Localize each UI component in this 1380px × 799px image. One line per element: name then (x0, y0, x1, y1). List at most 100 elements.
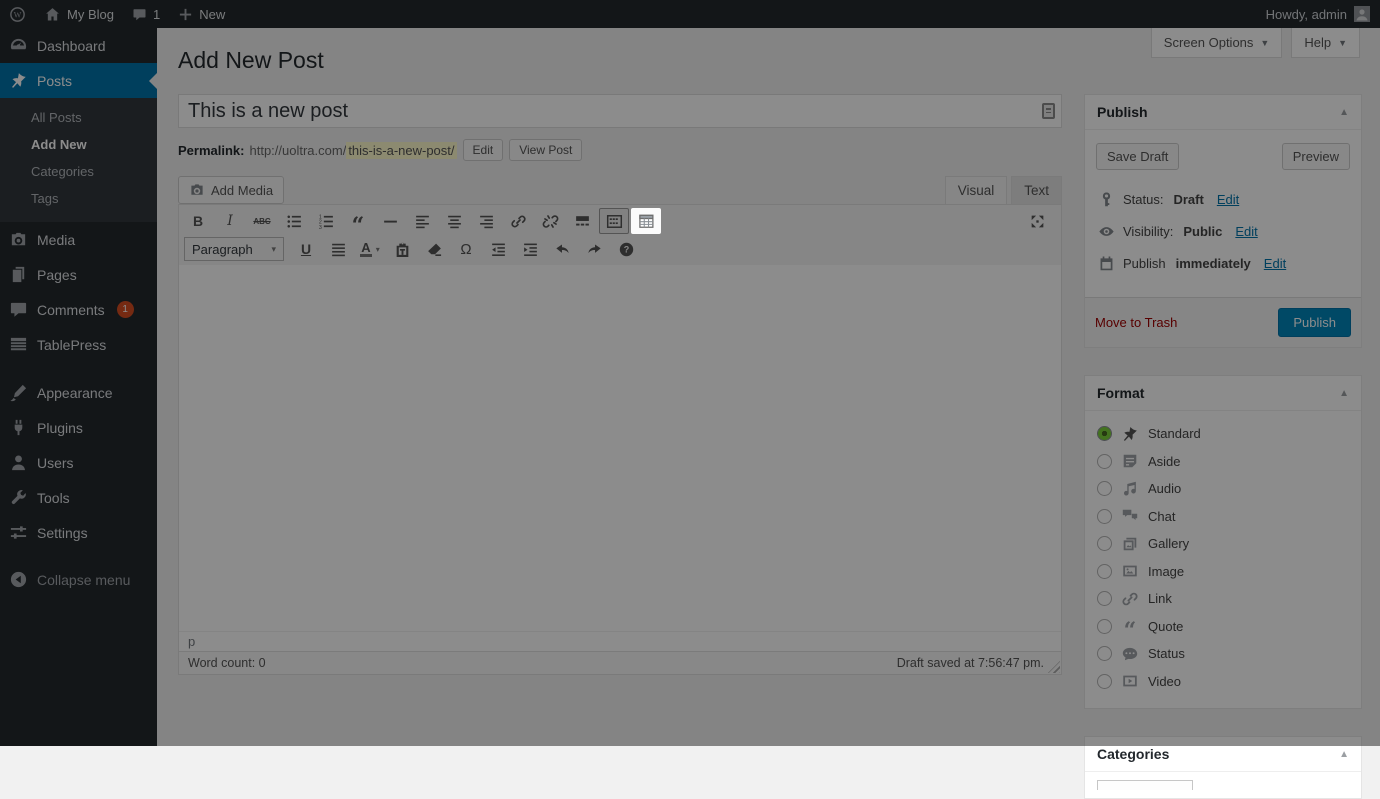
format-option-aside[interactable]: Aside (1097, 448, 1349, 476)
toolbar-button-insert-link[interactable] (503, 208, 533, 234)
categories-box-header[interactable]: Categories ▲ (1085, 737, 1361, 772)
toolbar-button-paste-as-text[interactable] (387, 236, 417, 262)
format-option-audio[interactable]: Audio (1097, 475, 1349, 503)
toolbar-button-strikethrough[interactable]: ABC (247, 208, 277, 234)
sidebar-item-dashboard[interactable]: Dashboard (0, 28, 157, 63)
format-radio[interactable] (1097, 563, 1112, 579)
toolbar-button-increase-indent[interactable] (515, 236, 545, 262)
new-menu[interactable]: New (169, 0, 234, 28)
toolbar-button-text-color[interactable]: A ▾ (355, 236, 385, 262)
toolbar-button-decrease-indent[interactable] (483, 236, 513, 262)
toolbar-button-remove-link[interactable] (535, 208, 565, 234)
toolbar-button-special-character[interactable]: Ω (451, 236, 481, 262)
media-icon (9, 230, 28, 249)
sidebar-item-users[interactable]: Users (0, 445, 157, 480)
sidebar-item-appearance[interactable]: Appearance (0, 375, 157, 410)
editor-canvas[interactable] (179, 265, 1061, 631)
format-radio[interactable] (1097, 536, 1112, 552)
toolbar-button-insert-more-tag[interactable] (567, 208, 597, 234)
format-option-quote[interactable]: “ Quote (1097, 613, 1349, 642)
format-radio[interactable] (1097, 481, 1112, 497)
preview-button[interactable]: Preview (1281, 143, 1350, 170)
toolbar-button-align-right[interactable] (471, 208, 501, 234)
toolbar-button-bulleted-list[interactable] (279, 208, 309, 234)
collapse-menu-button[interactable]: Collapse menu (0, 562, 157, 597)
publish-button[interactable]: Publish (1278, 308, 1351, 337)
sidebar-item-comments[interactable]: Comments 1 (0, 292, 157, 327)
sidebar-item-label: Plugins (37, 419, 83, 436)
sidebar-item-media[interactable]: Media (0, 222, 157, 257)
format-radio[interactable] (1097, 453, 1112, 469)
comments-menu[interactable]: 1 (123, 0, 169, 28)
collapse-toggle-icon[interactable]: ▲ (1339, 388, 1349, 399)
sidebar-item-pages[interactable]: Pages (0, 257, 157, 292)
collapse-toggle-icon[interactable]: ▲ (1339, 107, 1349, 118)
edit-link[interactable]: Edit (1217, 192, 1239, 207)
move-to-trash-link[interactable]: Move to Trash (1095, 315, 1177, 330)
sidebar-item-tools[interactable]: Tools (0, 480, 157, 515)
collapse-menu-label: Collapse menu (37, 571, 131, 588)
format-option-video[interactable]: Video (1097, 668, 1349, 696)
chevron-down-icon: ▼ (1338, 37, 1347, 48)
paragraph-select[interactable]: Paragraph ▾ (184, 237, 284, 261)
view-post-button[interactable]: View Post (509, 139, 583, 161)
edit-link[interactable]: Edit (1235, 224, 1257, 239)
format-radio[interactable] (1097, 618, 1112, 634)
toolbar-button-align-left[interactable] (407, 208, 437, 234)
collapse-toggle-icon[interactable]: ▲ (1339, 749, 1349, 760)
toolbar-button-bold[interactable]: B (183, 208, 213, 234)
categories-tab-stub[interactable] (1097, 780, 1193, 790)
submenu-item-categories[interactable]: Categories (0, 158, 157, 185)
format-radio[interactable] (1097, 508, 1112, 524)
tab-visual[interactable]: Visual (944, 176, 1008, 204)
format-option-gallery[interactable]: Gallery (1097, 530, 1349, 558)
format-radio[interactable] (1097, 673, 1112, 689)
toolbar-button-toolbar-toggle[interactable] (599, 208, 629, 234)
site-menu[interactable]: My Blog (35, 0, 123, 28)
screen-options-button[interactable]: Screen Options ▼ (1150, 28, 1283, 58)
toolbar-button-undo[interactable] (547, 236, 577, 262)
howdy-menu[interactable]: Howdy, admin (1266, 6, 1380, 22)
format-box-header[interactable]: Format ▲ (1085, 376, 1361, 411)
editor-element-path[interactable]: p (188, 634, 195, 649)
toolbar-button-help[interactable]: ? (611, 236, 641, 262)
toolbar-button-tablepress-insert[interactable] (631, 208, 661, 234)
format-option-status[interactable]: Status (1097, 640, 1349, 668)
sidebar-item-plugins[interactable]: Plugins (0, 410, 157, 445)
toolbar-button-italic[interactable]: I (215, 208, 245, 234)
submenu-item-tags[interactable]: Tags (0, 185, 157, 212)
sidebar-item-tablepress[interactable]: TablePress (0, 327, 157, 362)
toolbar-button-numbered-list[interactable]: 123 (311, 208, 341, 234)
sidebar-item-settings[interactable]: Settings (0, 515, 157, 550)
add-media-button[interactable]: Add Media (178, 176, 285, 204)
publish-box-header[interactable]: Publish ▲ (1085, 95, 1361, 130)
submenu-item-add-new[interactable]: Add New (0, 131, 157, 158)
format-radio[interactable] (1097, 426, 1112, 442)
format-option-chat[interactable]: Chat (1097, 503, 1349, 531)
format-option-link[interactable]: Link (1097, 585, 1349, 613)
format-radio[interactable] (1097, 646, 1112, 662)
help-button[interactable]: Help ▼ (1291, 28, 1360, 58)
format-radio[interactable] (1097, 591, 1112, 607)
post-title-input[interactable] (178, 94, 1062, 128)
toolbar-button-clear-formatting[interactable] (419, 236, 449, 262)
toolbar-button-align-center[interactable] (439, 208, 469, 234)
submenu-item-all-posts[interactable]: All Posts (0, 104, 157, 131)
sidebar-item-posts[interactable]: Posts (0, 63, 157, 98)
toolbar-button-justify[interactable] (323, 236, 353, 262)
edit-link[interactable]: Edit (1264, 256, 1286, 271)
gallery-icon (1121, 535, 1139, 553)
aside-icon (1121, 452, 1139, 470)
edit-slug-button[interactable]: Edit (462, 139, 504, 161)
toolbar-button-blockquote[interactable]: “ (343, 208, 373, 237)
tab-text[interactable]: Text (1011, 176, 1062, 204)
toolbar-button-distraction-free[interactable] (1022, 208, 1052, 234)
toolbar-button-redo[interactable] (579, 236, 609, 262)
save-draft-button[interactable]: Save Draft (1096, 143, 1180, 170)
format-option-image[interactable]: Image (1097, 558, 1349, 586)
format-option-standard[interactable]: Standard (1097, 420, 1349, 448)
toolbar-button-horizontal-rule[interactable] (375, 208, 405, 234)
toolbar-button-underline[interactable]: U (291, 236, 321, 262)
wp-logo-menu[interactable]: W (0, 0, 35, 28)
title-field-extension-icon[interactable] (1042, 103, 1055, 119)
